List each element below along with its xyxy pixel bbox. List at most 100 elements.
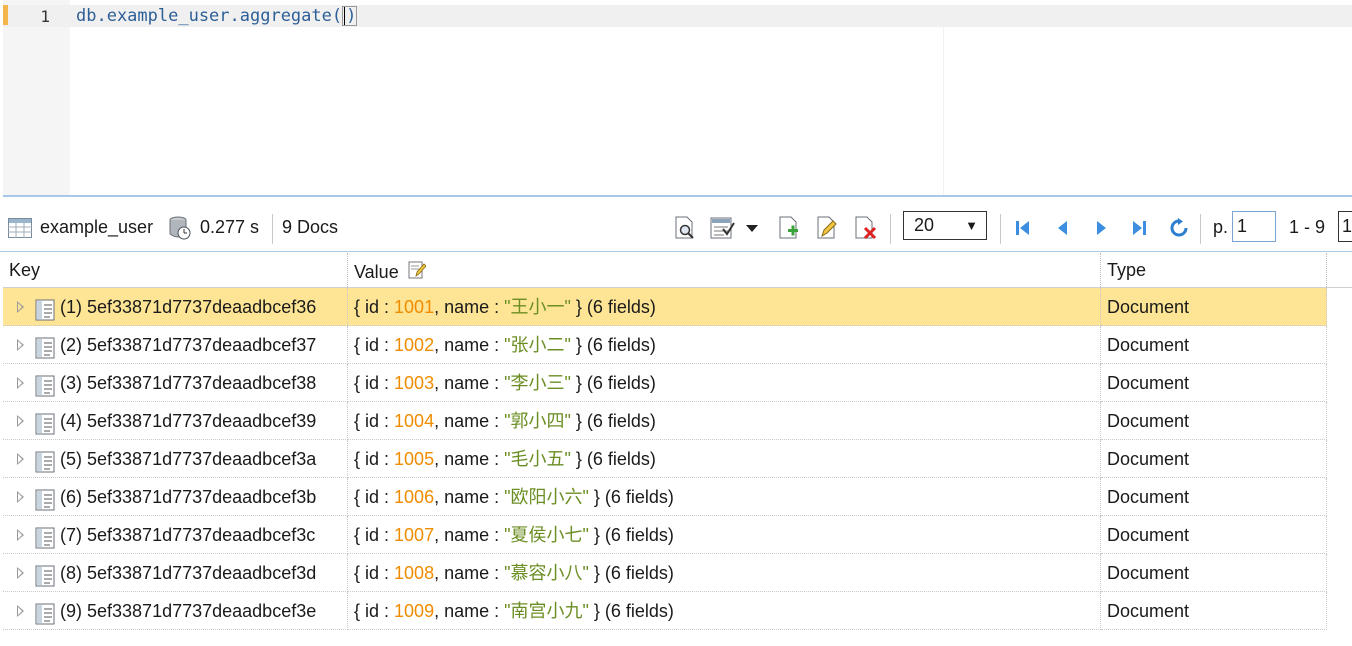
value-id-label: { id :: [354, 297, 395, 317]
magnify-document-icon[interactable]: [674, 216, 696, 240]
value-cell[interactable]: { id : 1006, name : "欧阳小六" } (6 fields): [348, 478, 1101, 516]
row-key: (9) 5ef33871d7737deaadbcef3e: [60, 601, 317, 621]
key-cell[interactable]: (2) 5ef33871d7737deaadbcef37: [3, 326, 348, 364]
expand-arrow-icon[interactable]: [17, 567, 24, 579]
type-cell[interactable]: Document: [1101, 364, 1327, 402]
expand-arrow-icon[interactable]: [17, 339, 24, 351]
query-editor[interactable]: 1 db.example_user.aggregate(): [0, 0, 1352, 197]
page-number-input[interactable]: 1: [1232, 211, 1276, 242]
value-id: 1009: [394, 601, 435, 621]
key-cell[interactable]: (9) 5ef33871d7737deaadbcef3e: [3, 592, 348, 630]
table-row[interactable]: (9) 5ef33871d7737deaadbcef3e { id : 1009,…: [3, 592, 1327, 630]
value-cell[interactable]: { id : 1004, name : "郭小四" } (6 fields): [348, 402, 1101, 440]
column-header-filler: [1327, 253, 1352, 287]
query-code[interactable]: db.example_user.aggregate(): [76, 6, 358, 26]
dropdown-arrow-icon: ▼: [965, 218, 978, 233]
column-header-key[interactable]: Key: [3, 253, 348, 287]
value-cell[interactable]: { id : 1008, name : "慕容小八" } (6 fields): [348, 554, 1101, 592]
first-page-icon[interactable]: [1014, 219, 1032, 237]
page-end-input[interactable]: 1: [1338, 211, 1352, 242]
expand-arrow-icon[interactable]: [17, 301, 24, 313]
row-key: (5) 5ef33871d7737deaadbcef3a: [60, 449, 317, 469]
results-header: Key Value Type: [3, 253, 1352, 288]
row-key: (8) 5ef33871d7737deaadbcef3d: [60, 563, 317, 583]
value-name-label: , name :: [434, 297, 505, 317]
table-grid-icon: [8, 218, 32, 238]
value-id: 1001: [394, 297, 435, 317]
value-id-label: { id :: [354, 563, 395, 583]
value-suffix: } (6 fields): [570, 449, 656, 469]
expand-arrow-icon[interactable]: [17, 491, 24, 503]
page-size-select[interactable]: 20 ▼: [903, 211, 987, 240]
value-name: "张小二": [504, 335, 571, 355]
type-cell[interactable]: Document: [1101, 440, 1327, 478]
value-cell[interactable]: { id : 1002, name : "张小二" } (6 fields): [348, 326, 1101, 364]
table-row[interactable]: (2) 5ef33871d7737deaadbcef37 { id : 1002,…: [3, 326, 1327, 364]
row-key: (3) 5ef33871d7737deaadbcef38: [60, 373, 317, 393]
value-name: "欧阳小六": [504, 487, 589, 507]
chevron-down-icon[interactable]: [744, 222, 760, 234]
value-id-label: { id :: [354, 335, 395, 355]
delete-document-icon[interactable]: [854, 216, 878, 240]
table-row[interactable]: (3) 5ef33871d7737deaadbcef38 { id : 1003,…: [3, 364, 1327, 402]
refresh-icon[interactable]: [1169, 218, 1189, 238]
view-mode-icon[interactable]: [710, 216, 736, 240]
value-cell[interactable]: { id : 1005, name : "毛小五" } (6 fields): [348, 440, 1101, 478]
table-row[interactable]: (7) 5ef33871d7737deaadbcef3c { id : 1007,…: [3, 516, 1327, 554]
value-name-label: , name :: [434, 487, 505, 507]
row-key: (1) 5ef33871d7737deaadbcef36: [60, 297, 317, 317]
key-cell[interactable]: (5) 5ef33871d7737deaadbcef3a: [3, 440, 348, 478]
key-cell[interactable]: (4) 5ef33871d7737deaadbcef39: [3, 402, 348, 440]
type-cell[interactable]: Document: [1101, 516, 1327, 554]
table-row[interactable]: (8) 5ef33871d7737deaadbcef3d { id : 1008,…: [3, 554, 1327, 592]
column-header-type[interactable]: Type: [1101, 253, 1327, 287]
value-id-label: { id :: [354, 487, 395, 507]
next-page-icon[interactable]: [1092, 219, 1110, 237]
value-name: "王小一": [504, 297, 571, 317]
value-name-label: , name :: [434, 563, 505, 583]
table-row[interactable]: (6) 5ef33871d7737deaadbcef3b { id : 1006,…: [3, 478, 1327, 516]
expand-arrow-icon[interactable]: [17, 377, 24, 389]
table-row[interactable]: (4) 5ef33871d7737deaadbcef39 { id : 1004,…: [3, 402, 1327, 440]
expand-arrow-icon[interactable]: [17, 415, 24, 427]
table-row[interactable]: (5) 5ef33871d7737deaadbcef3a { id : 1005,…: [3, 440, 1327, 478]
value-cell[interactable]: { id : 1009, name : "南宫小九" } (6 fields): [348, 592, 1101, 630]
table-row[interactable]: (1) 5ef33871d7737deaadbcef36 { id : 1001,…: [3, 288, 1327, 326]
value-name-label: , name :: [434, 449, 505, 469]
last-page-icon[interactable]: [1130, 219, 1148, 237]
expand-arrow-icon[interactable]: [17, 453, 24, 465]
edit-document-icon[interactable]: [816, 216, 838, 240]
value-cell[interactable]: { id : 1001, name : "王小一" } (6 fields): [348, 288, 1101, 326]
type-cell[interactable]: Document: [1101, 554, 1327, 592]
column-header-label: Value: [354, 262, 399, 282]
key-cell[interactable]: (1) 5ef33871d7737deaadbcef36: [3, 288, 348, 326]
value-name: "郭小四": [504, 411, 571, 431]
key-cell[interactable]: (3) 5ef33871d7737deaadbcef38: [3, 364, 348, 402]
key-cell[interactable]: (6) 5ef33871d7737deaadbcef3b: [3, 478, 348, 516]
type-cell[interactable]: Document: [1101, 402, 1327, 440]
expand-arrow-icon[interactable]: [17, 529, 24, 541]
type-cell[interactable]: Document: [1101, 288, 1327, 326]
value-id-label: { id :: [354, 373, 395, 393]
type-cell[interactable]: Document: [1101, 478, 1327, 516]
value-id-label: { id :: [354, 601, 395, 621]
value-cell[interactable]: { id : 1003, name : "李小三" } (6 fields): [348, 364, 1101, 402]
value-suffix: } (6 fields): [588, 487, 674, 507]
line-number: 1: [40, 7, 50, 26]
type-cell[interactable]: Document: [1101, 592, 1327, 630]
column-header-label: Key: [9, 260, 41, 280]
expand-arrow-icon[interactable]: [17, 605, 24, 617]
value-suffix: } (6 fields): [570, 335, 656, 355]
value-cell[interactable]: { id : 1007, name : "夏侯小七" } (6 fields): [348, 516, 1101, 554]
value-id-label: { id :: [354, 449, 395, 469]
page-label: p.: [1213, 216, 1229, 237]
previous-page-icon[interactable]: [1054, 219, 1072, 237]
column-header-value[interactable]: Value: [348, 253, 1101, 287]
type-cell[interactable]: Document: [1101, 326, 1327, 364]
code-text: db.example_user.aggregate(: [76, 6, 343, 26]
key-cell[interactable]: (7) 5ef33871d7737deaadbcef3c: [3, 516, 348, 554]
value-id: 1002: [394, 335, 435, 355]
row-key: (6) 5ef33871d7737deaadbcef3b: [60, 487, 317, 507]
key-cell[interactable]: (8) 5ef33871d7737deaadbcef3d: [3, 554, 348, 592]
add-document-icon[interactable]: [778, 216, 800, 240]
